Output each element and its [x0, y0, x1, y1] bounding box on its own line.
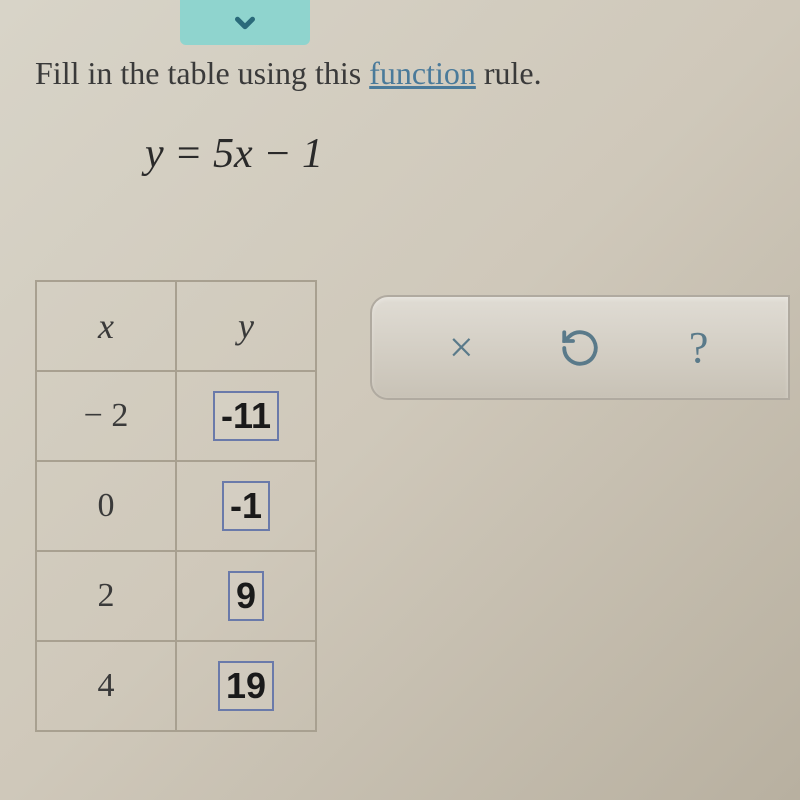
- chevron-down-icon: [230, 8, 260, 38]
- cell-x: 2: [36, 551, 176, 641]
- instruction-text: Fill in the table using this function ru…: [35, 55, 542, 92]
- help-button[interactable]: ?: [669, 318, 729, 378]
- table-row: − 2 -11: [36, 371, 316, 461]
- table-header-row: x y: [36, 281, 316, 371]
- answer-input[interactable]: -1: [222, 481, 270, 531]
- answer-input[interactable]: 9: [228, 571, 264, 621]
- cell-x: − 2: [36, 371, 176, 461]
- instruction-suffix: rule.: [476, 55, 542, 91]
- cell-y[interactable]: -11: [176, 371, 316, 461]
- undo-icon: [559, 327, 601, 369]
- function-link[interactable]: function: [369, 55, 476, 91]
- answer-input[interactable]: 19: [218, 661, 274, 711]
- cell-y[interactable]: -1: [176, 461, 316, 551]
- cell-y[interactable]: 9: [176, 551, 316, 641]
- header-x: x: [36, 281, 176, 371]
- table-row: 0 -1: [36, 461, 316, 551]
- equation: y = 5x − 1: [145, 130, 323, 178]
- cancel-button[interactable]: ×: [431, 318, 491, 378]
- cell-x: 0: [36, 461, 176, 551]
- answer-input[interactable]: -11: [213, 391, 279, 441]
- undo-button[interactable]: [550, 318, 610, 378]
- header-y: y: [176, 281, 316, 371]
- instruction-prefix: Fill in the table using this: [35, 55, 369, 91]
- dropdown-toggle[interactable]: [180, 0, 310, 45]
- answer-toolbar: × ?: [370, 295, 790, 400]
- table-row: 4 19: [36, 641, 316, 731]
- function-table: x y − 2 -11 0 -1 2 9 4 19: [35, 280, 317, 732]
- cell-x: 4: [36, 641, 176, 731]
- table-row: 2 9: [36, 551, 316, 641]
- cell-y[interactable]: 19: [176, 641, 316, 731]
